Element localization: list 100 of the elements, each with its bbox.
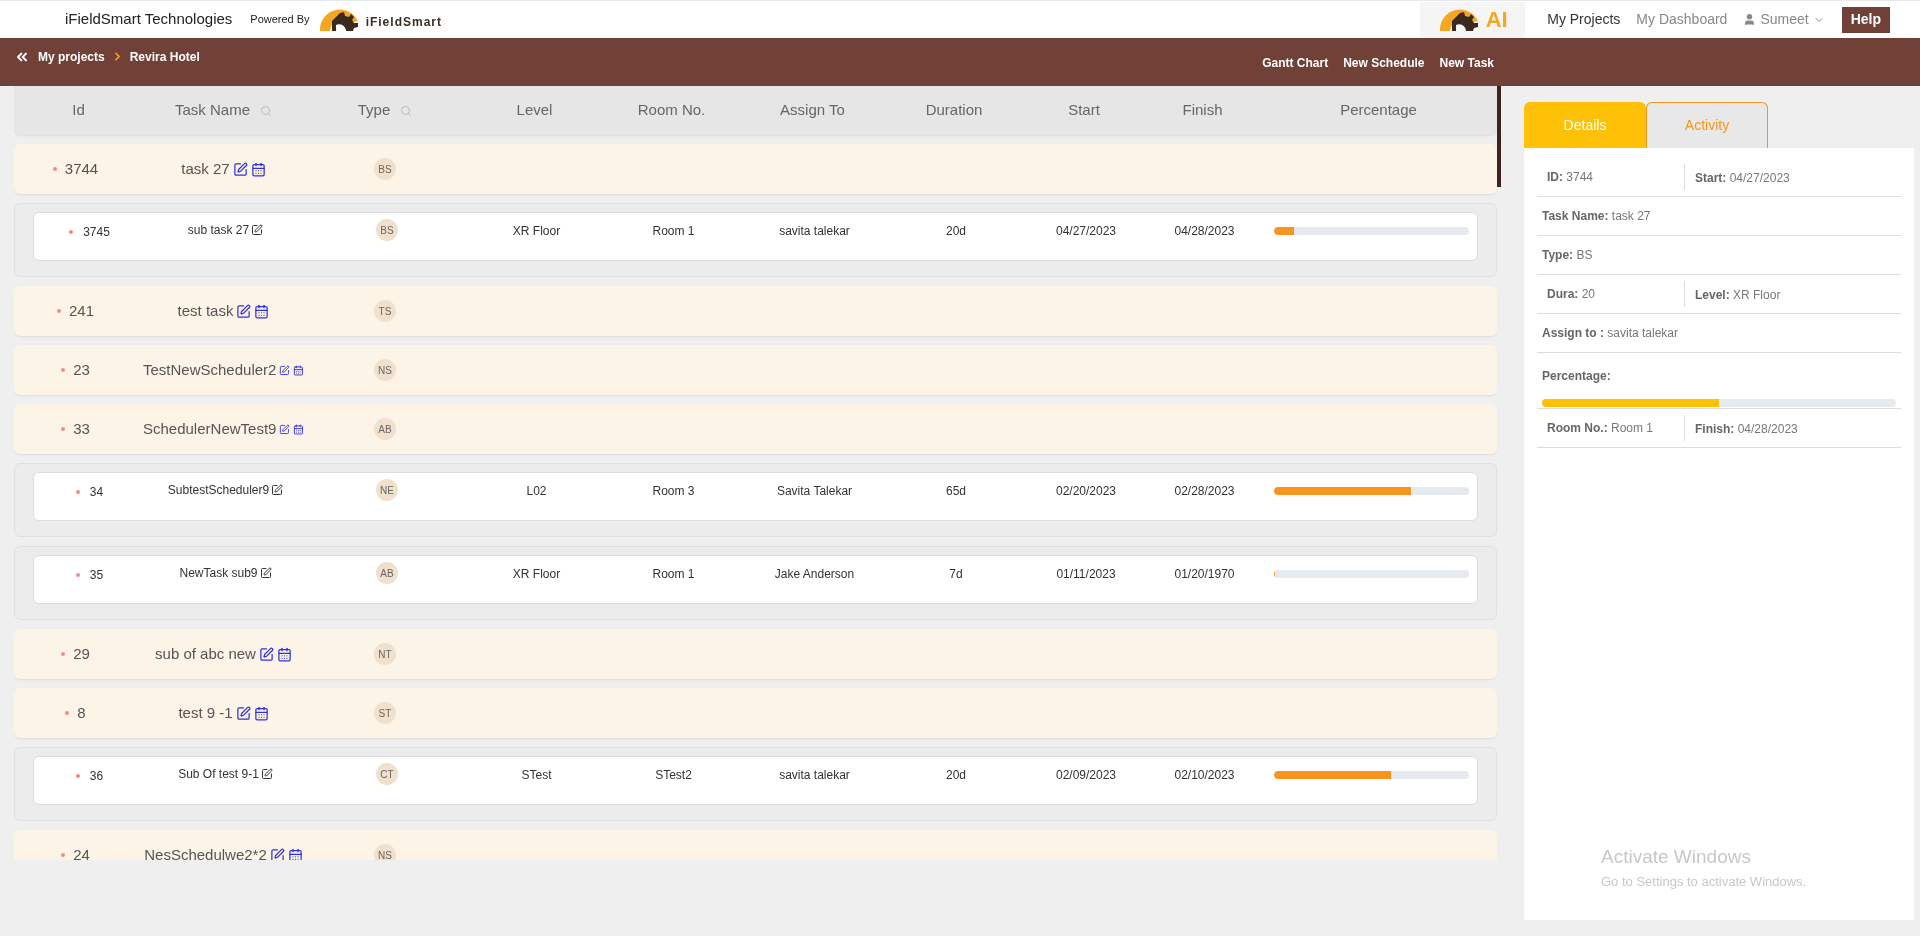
breadcrumb-link[interactable]: Revira Hotel <box>129 48 200 66</box>
subtask-id: 35 <box>89 567 104 584</box>
task-name: TestNewScheduler2 <box>143 359 277 380</box>
column-header: Task Name <box>175 100 250 121</box>
edit-icon[interactable] <box>251 224 264 236</box>
bullet-icon <box>75 490 80 494</box>
task-id: 241 <box>69 300 94 321</box>
edit-icon[interactable] <box>236 303 252 319</box>
task-id: 24 <box>73 844 90 860</box>
percentage-label: Percentage: <box>1542 369 1611 383</box>
subtask-card[interactable]: 36 Sub Of test 9-1 CT STest STest2 savita talekar 20d 02/09/2023 02/10/2023 <box>33 756 1478 805</box>
task-row[interactable]: 8 test 9 -1 ST <box>14 688 1497 738</box>
nav-link[interactable]: My Dashboard <box>1636 9 1728 30</box>
finish-date-cell-text: 01/20/1970 <box>1174 566 1235 583</box>
calendar-icon[interactable] <box>253 705 269 721</box>
subtask-id: 3745 <box>83 224 110 241</box>
subtask-card[interactable]: 34 SubtestScheduler9 NE L02 Room 3 Savita Talekar 65d 02/20/2023 02/28/2023 <box>33 472 1478 521</box>
toolbar-link[interactable]: New Task <box>1439 54 1494 72</box>
bullet-icon <box>75 573 80 577</box>
type-badge: TS <box>374 300 396 322</box>
column-header: Level <box>516 100 553 121</box>
calendar-icon[interactable] <box>250 161 266 177</box>
task-name: sub of abc new <box>155 643 256 664</box>
bullet-icon <box>65 711 70 715</box>
edit-icon[interactable] <box>259 567 272 579</box>
task-id: 23 <box>73 359 90 380</box>
type-badge: CT <box>376 763 398 785</box>
subtask-id: 36 <box>89 768 104 785</box>
toolbar-link[interactable]: Gantt Chart <box>1262 54 1329 72</box>
breadcrumb-link[interactable]: My projects <box>38 48 105 66</box>
detail-field: ID: 3744 <box>1547 168 1594 186</box>
column-header: Assign To <box>780 100 845 121</box>
edit-icon[interactable] <box>271 484 284 496</box>
type-badge: NS <box>374 359 396 381</box>
help-button[interactable]: Help <box>1841 6 1890 33</box>
calendar-icon[interactable] <box>254 303 270 319</box>
detail-field: Room No.: Room 1 <box>1547 419 1654 437</box>
calendar-icon[interactable] <box>293 421 304 437</box>
subtask-card[interactable]: 3745 sub task 27 BS XR Floor Room 1 savita talekar 20d 04/27/2023 04/28/2023 <box>33 212 1478 261</box>
edit-icon[interactable] <box>279 421 291 437</box>
column-header: Duration <box>925 100 983 121</box>
task-row[interactable]: 33 SchedulerNewTest9 AB <box>14 404 1497 454</box>
finish-date-cell-text: 04/28/2023 <box>1174 223 1235 240</box>
type-badge: ST <box>374 702 396 724</box>
toolbar-link[interactable]: New Schedule <box>1343 54 1425 72</box>
subtask-card[interactable]: 35 NewTask sub9 AB XR Floor Room 1 Jake Anderson 7d 01/11/2023 01/20/1970 <box>33 555 1478 604</box>
user-menu[interactable]: Sumeet <box>1743 9 1825 30</box>
column-header: Type <box>357 100 391 121</box>
bullet-icon <box>52 167 57 171</box>
room-cell-text: Room 3 <box>652 483 695 500</box>
type-badge: BS <box>374 158 396 180</box>
assignee-cell-text: Savita Talekar <box>776 483 853 500</box>
edit-icon[interactable] <box>232 161 248 177</box>
type-badge: NT <box>374 643 396 665</box>
edit-icon[interactable] <box>260 768 273 780</box>
detail-field: Assign to : savita talekar <box>1542 324 1679 342</box>
detail-field: Dura: 20 <box>1547 285 1596 303</box>
user-icon <box>1743 13 1757 26</box>
calendar-icon[interactable] <box>293 362 304 378</box>
column-header: Percentage <box>1340 100 1417 121</box>
edit-icon[interactable] <box>279 362 291 378</box>
nav-link[interactable]: My Projects <box>1547 9 1621 30</box>
edit-icon[interactable] <box>235 705 251 721</box>
task-name: test 9 -1 <box>178 702 233 723</box>
column-header: Room No. <box>637 100 706 121</box>
column-header: Finish <box>1182 100 1223 121</box>
column-header: Start <box>1068 100 1100 121</box>
subtask-name: NewTask sub9 <box>179 565 258 582</box>
type-badge: BS <box>376 219 398 241</box>
task-row[interactable]: 24 NesSchedulwe2*2 NS <box>14 830 1497 860</box>
start-date-cell-text: 02/20/2023 <box>1055 483 1117 500</box>
start-date-cell-text: 04/27/2023 <box>1055 223 1117 240</box>
bullet-icon <box>57 309 61 313</box>
bullet-icon <box>61 652 66 656</box>
start-date-cell-text: 01/11/2023 <box>1056 566 1116 583</box>
detail-field: Level: XR Floor <box>1695 288 1781 302</box>
edit-icon[interactable] <box>258 646 274 662</box>
task-row[interactable]: 241 test task TS <box>14 286 1497 336</box>
start-date-cell-text: 02/09/2023 <box>1055 767 1117 784</box>
subtask-name: Sub Of test 9-1 <box>178 766 259 783</box>
detail-field: Start: 04/27/2023 <box>1695 171 1790 185</box>
level-cell-text: L02 <box>526 483 547 500</box>
task-row[interactable]: 3744 task 27 BS <box>14 144 1497 194</box>
assignee-cell-text: savita talekar <box>779 223 850 240</box>
type-badge: AB <box>374 418 396 440</box>
type-badge: AB <box>376 562 398 584</box>
bullet-icon <box>61 368 66 372</box>
task-row[interactable]: 23 TestNewScheduler2 NS <box>14 345 1497 395</box>
edit-icon[interactable] <box>269 847 285 860</box>
task-id: 33 <box>73 418 90 439</box>
task-name: test task <box>177 300 234 321</box>
room-cell-text: Room 1 <box>652 223 695 240</box>
task-name: SchedulerNewTest9 <box>143 418 277 439</box>
company-name: iFieldSmart Technologies <box>65 9 233 30</box>
type-badge: NS <box>374 844 396 860</box>
task-row[interactable]: 29 sub of abc new NT <box>14 629 1497 679</box>
logo-text: iFieldSmart <box>365 13 442 31</box>
calendar-icon[interactable] <box>276 646 292 662</box>
calendar-icon[interactable] <box>287 847 303 860</box>
ai-logo-text: AI <box>1485 8 1508 31</box>
